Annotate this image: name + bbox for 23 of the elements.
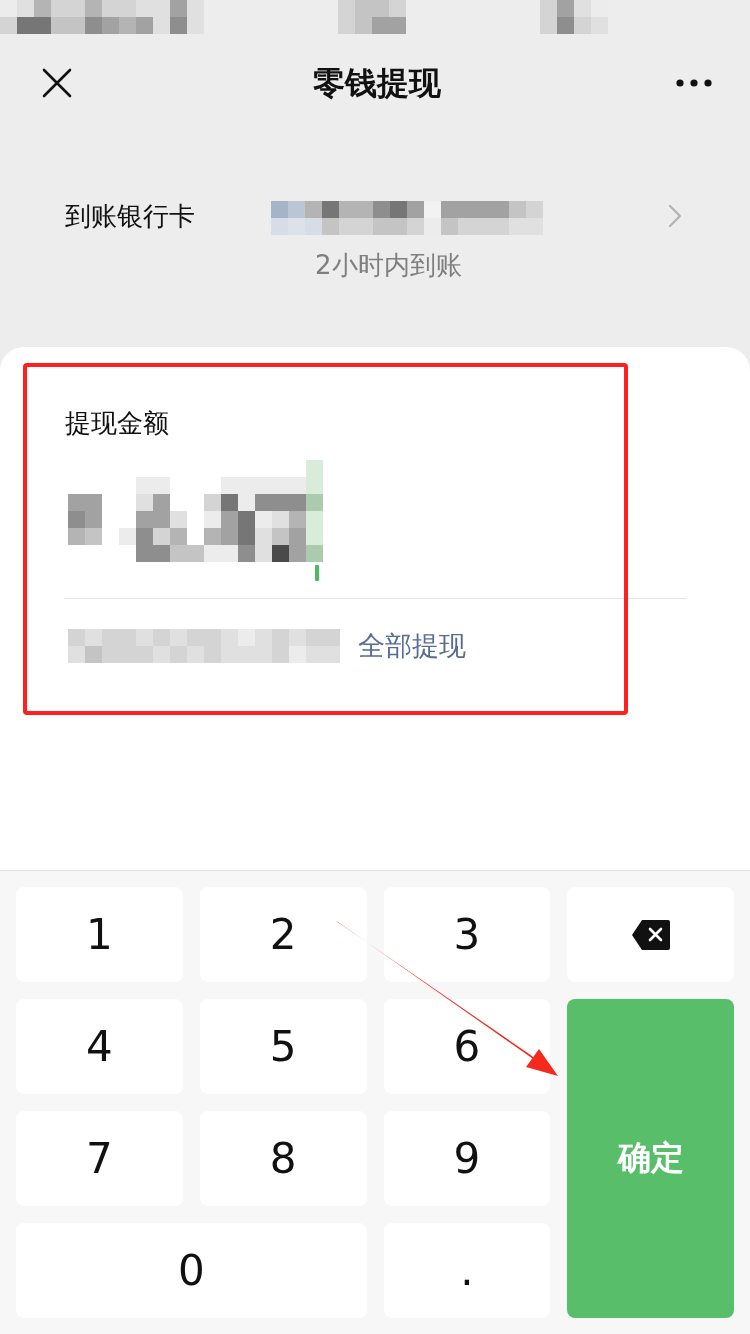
- keypad-key[interactable]: 4: [16, 999, 183, 1094]
- field-label: 到账银行卡: [65, 200, 196, 233]
- page-title: 零钱提现: [313, 63, 441, 103]
- keypad-key[interactable]: 6: [383, 999, 551, 1094]
- cursor-icon: [315, 565, 319, 581]
- keypad-key[interactable]: 9: [383, 1111, 551, 1206]
- keypad-key[interactable]: 1: [16, 887, 183, 982]
- field-label: 提现金额: [65, 407, 169, 440]
- keypad-key[interactable]: 2: [199, 887, 367, 982]
- mosaic-drawing: [540, 0, 608, 34]
- more-icon[interactable]: [676, 79, 712, 87]
- backspace-icon: [630, 918, 671, 951]
- keypad-key[interactable]: 5: [199, 999, 367, 1094]
- backspace-key[interactable]: [567, 887, 734, 982]
- keypad-key[interactable]: 7: [16, 1111, 183, 1206]
- mosaic-drawing: [338, 0, 406, 34]
- keypad-key[interactable]: .: [383, 1223, 551, 1318]
- withdraw-all-link[interactable]: 全部提现: [358, 629, 466, 663]
- keypad-key[interactable]: 0: [16, 1223, 367, 1318]
- close-icon[interactable]: [42, 68, 72, 98]
- keypad-key[interactable]: 8: [199, 1111, 367, 1206]
- arrival-time-text: 2小时内到账: [315, 249, 462, 282]
- keypad-key[interactable]: 3: [383, 887, 551, 982]
